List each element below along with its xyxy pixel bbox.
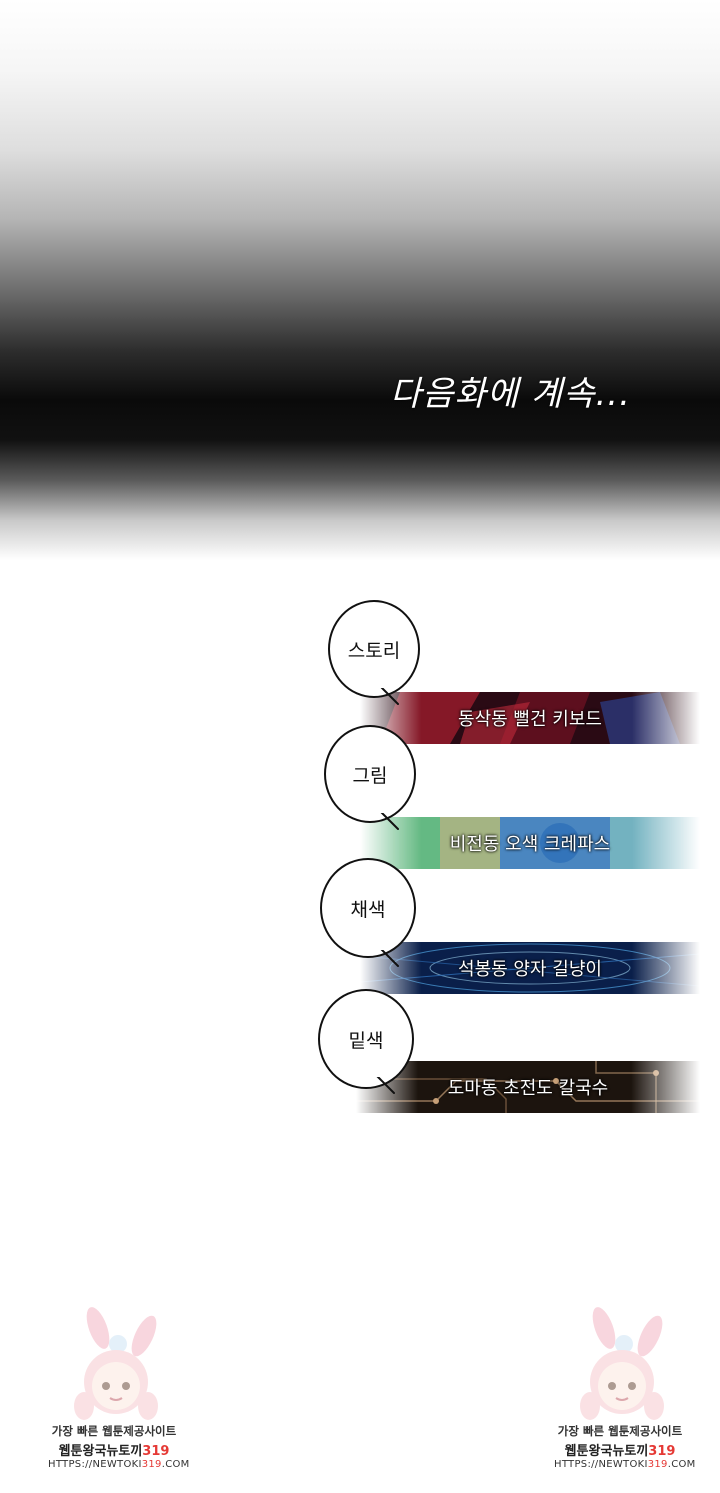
watermark-brand-name: 웹툰왕국뉴토끼 bbox=[58, 1444, 143, 1459]
watermark-brand: 웹툰왕국뉴토끼319 bbox=[48, 1440, 180, 1459]
credit-name: 동삭동 뻘건 키보드 bbox=[458, 709, 602, 730]
credit-name: 석봉동 양자 길냥이 bbox=[458, 959, 602, 980]
watermark-url-prefix: HTTPS://NEWTOKI bbox=[48, 1459, 142, 1470]
credit-base-color: 밑색 도마동 초전도 칼국수 bbox=[300, 985, 700, 1135]
watermark-tagline: 가장 빠른 웹툰제공사이트 bbox=[51, 1424, 177, 1438]
watermark-url: HTTPS://NEWTOKI319.COM bbox=[554, 1459, 695, 1470]
watermark-url-number: 319 bbox=[141, 1459, 162, 1470]
bubble-tail-icon bbox=[376, 944, 399, 967]
watermark-brand-number: 319 bbox=[648, 1444, 676, 1459]
bubble-tail-icon bbox=[372, 1071, 395, 1094]
watermark-url-suffix: .COM bbox=[667, 1459, 696, 1470]
credit-color: 채색 석봉동 양자 길냥이 bbox=[300, 850, 700, 1000]
name-banner: 동삭동 뻘건 키보드 bbox=[360, 692, 700, 744]
watermark-url-suffix: .COM bbox=[161, 1459, 190, 1470]
role-label: 그림 bbox=[352, 764, 388, 787]
watermark-right: 가장 빠른 웹툰제공사이트 웹툰왕국뉴토끼319 HTTPS://NEWTOKI… bbox=[554, 1306, 695, 1476]
watermark-url: HTTPS://NEWTOKI319.COM bbox=[48, 1459, 189, 1470]
fade-gradient-panel bbox=[0, 0, 720, 560]
role-label: 밑색 bbox=[348, 1029, 384, 1052]
bubble-tail-icon bbox=[376, 682, 399, 705]
role-bubble: 스토리 bbox=[328, 600, 420, 698]
watermark-left: 가장 빠른 웹툰제공사이트 웹툰왕국뉴토끼319 HTTPS://NEWTOKI… bbox=[48, 1306, 189, 1476]
credit-name: 비전동 오색 크레파스 bbox=[449, 834, 611, 855]
watermark-url-number: 319 bbox=[647, 1459, 668, 1470]
watermark-url-prefix: HTTPS://NEWTOKI bbox=[554, 1459, 648, 1470]
name-banner: 비전동 오색 크레파스 bbox=[360, 817, 700, 869]
to-be-continued-text: 다음화에 계속... bbox=[390, 374, 631, 414]
role-bubble: 채색 bbox=[320, 858, 416, 958]
name-banner: 도마동 초전도 칼국수 bbox=[356, 1061, 700, 1113]
watermark-tagline: 가장 빠른 웹툰제공사이트 bbox=[557, 1424, 683, 1438]
bunny-mascot-icon bbox=[74, 1307, 158, 1420]
bunny-mascot-icon bbox=[580, 1307, 664, 1420]
bubble-tail-icon bbox=[376, 807, 399, 830]
credit-art: 그림 비전동 오색 크레파스 bbox=[300, 725, 700, 875]
name-banner: 석봉동 양자 길냥이 bbox=[360, 942, 700, 994]
watermark-brand-name: 웹툰왕국뉴토끼 bbox=[564, 1444, 649, 1459]
role-label: 채색 bbox=[350, 898, 386, 921]
watermark-brand: 웹툰왕국뉴토끼319 bbox=[554, 1440, 686, 1459]
watermark-brand-number: 319 bbox=[142, 1444, 170, 1459]
role-label: 스토리 bbox=[347, 639, 401, 662]
credit-name: 도마동 초전도 칼국수 bbox=[447, 1078, 609, 1099]
